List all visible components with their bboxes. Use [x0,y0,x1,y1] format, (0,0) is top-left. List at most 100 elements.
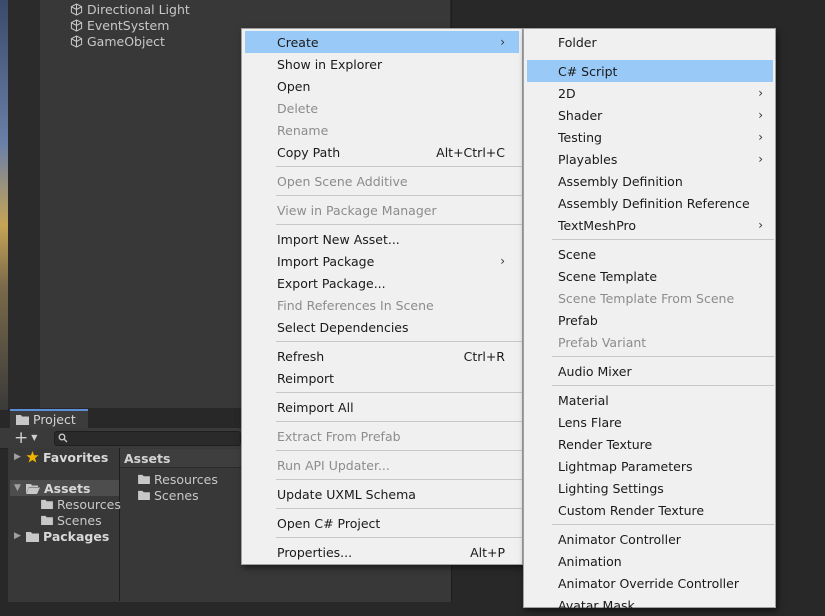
create-item-2d[interactable]: 2D › [527,82,773,104]
create-item-assembly-definition-reference[interactable]: Assembly Definition Reference [527,192,773,214]
chevron-right-icon: › [500,254,505,268]
menu-item-refresh[interactable]: Refresh Ctrl+R [245,345,519,367]
menu-item-properties[interactable]: Properties... Alt+P [245,541,519,563]
chevron-right-icon: › [500,35,505,49]
menu-separator [276,341,522,342]
menu-item-label: Create [277,34,319,50]
tree-item-scenes[interactable]: Scenes [41,512,102,528]
chevron-right-icon: › [758,86,763,100]
menu-item-label: Avatar Mask [558,597,635,613]
menu-item-label: Assembly Definition Reference [558,195,750,211]
menu-separator [276,195,522,196]
add-asset-button[interactable]: + ▼ [14,429,42,447]
menu-item-show-in-explorer[interactable]: Show in Explorer [245,53,519,75]
hierarchy-item-label: GameObject [87,33,165,49]
menu-item-import-new-asset[interactable]: Import New Asset... [245,228,519,250]
menu-separator [552,385,774,386]
menu-item-shortcut: Alt+P [470,544,505,560]
create-item-prefab[interactable]: Prefab [527,309,773,331]
tab-project[interactable]: Project [10,409,88,428]
asset-folder-resources[interactable]: Resources [138,471,218,487]
menu-item-label: Find References In Scene [277,297,434,313]
create-item-textmeshpro[interactable]: TextMeshPro › [527,214,773,236]
create-item-animation[interactable]: Animation [527,550,773,572]
menu-item-label: View in Package Manager [277,202,437,218]
create-item-scene[interactable]: Scene [527,243,773,265]
create-item-testing[interactable]: Testing › [527,126,773,148]
create-item-animator-override-controller[interactable]: Animator Override Controller [527,572,773,594]
tree-item-label: Scenes [57,512,102,528]
create-item-folder[interactable]: Folder [527,31,773,53]
menu-item-copy-path[interactable]: Copy Path Alt+Ctrl+C [245,141,519,163]
menu-item-label: Testing [558,129,602,145]
asset-folder-scenes[interactable]: Scenes [138,487,199,503]
create-item-lighting-settings[interactable]: Lighting Settings [527,477,773,499]
menu-item-label: Reimport [277,370,335,386]
menu-item-reimport-all[interactable]: Reimport All [245,396,519,418]
create-item-prefab-variant: Prefab Variant [527,331,773,353]
hierarchy-item-gameobject[interactable]: GameObject [70,33,165,49]
create-item-csharp-script[interactable]: C# Script [527,60,773,82]
create-item-lens-flare[interactable]: Lens Flare [527,411,773,433]
menu-item-label: Prefab Variant [558,334,647,350]
menu-item-export-package[interactable]: Export Package... [245,272,519,294]
project-search-input[interactable] [54,431,241,446]
menu-item-run-api-updater: Run API Updater... [245,454,519,476]
context-menu: Create › Show in Explorer Open Delete Ren… [241,28,523,565]
tree-item-favorites[interactable]: ▶ Favorites [14,449,108,465]
chevron-right-icon: ▶ [14,452,21,462]
asset-label: Scenes [154,487,199,503]
menu-item-extract-from-prefab: Extract From Prefab [245,425,519,447]
menu-item-label: Lens Flare [558,414,622,430]
create-item-animator-controller[interactable]: Animator Controller [527,528,773,550]
menu-item-label: Prefab [558,312,598,328]
create-item-scene-template[interactable]: Scene Template [527,265,773,287]
star-icon [26,451,39,463]
chevron-right-icon: › [758,218,763,232]
create-item-scene-template-from-scene: Scene Template From Scene [527,287,773,309]
hierarchy-item-label: EventSystem [87,17,170,33]
hierarchy-item-eventsystem[interactable]: EventSystem [70,17,169,33]
menu-item-select-dependencies[interactable]: Select Dependencies [245,316,519,338]
menu-item-label: Run API Updater... [277,457,390,473]
create-item-custom-render-texture[interactable]: Custom Render Texture [527,499,773,521]
create-item-playables[interactable]: Playables › [527,148,773,170]
gameobject-icon [70,34,83,48]
menu-item-open-csharp-project[interactable]: Open C# Project [245,512,519,534]
hierarchy-gutter [8,0,41,410]
menu-item-import-package[interactable]: Import Package › [245,250,519,272]
assets-breadcrumb: Assets [120,449,241,468]
tab-project-label: Project [33,412,76,427]
folder-open-icon [26,483,40,494]
menu-item-label: Folder [558,34,597,50]
search-icon [58,433,68,443]
hierarchy-item-directional-light[interactable]: Directional Light [70,1,190,17]
menu-item-reimport[interactable]: Reimport [245,367,519,389]
create-submenu: Folder C# Script 2D › Shader › Testing › Pl… [523,28,776,613]
menu-item-label: Open Scene Additive [277,173,408,189]
breadcrumb-label: Assets [124,450,171,466]
chevron-right-icon: ▶ [14,531,21,541]
menu-item-delete: Delete [245,97,519,119]
menu-item-label: Open [277,78,311,94]
create-item-material[interactable]: Material [527,389,773,411]
tree-item-resources[interactable]: Resources [41,496,121,512]
create-item-shader[interactable]: Shader › [527,104,773,126]
gameobject-icon [70,18,83,32]
create-item-lightmap-parameters[interactable]: Lightmap Parameters [527,455,773,477]
menu-item-create[interactable]: Create › [245,31,519,53]
create-item-render-texture[interactable]: Render Texture [527,433,773,455]
tree-item-assets[interactable]: ▼ Assets [14,480,90,496]
menu-item-label: TextMeshPro [558,217,637,233]
create-item-avatar-mask[interactable]: Avatar Mask [527,594,773,616]
create-item-assembly-definition[interactable]: Assembly Definition [527,170,773,192]
menu-item-label: Copy Path [277,144,341,160]
chevron-right-icon: › [758,152,763,166]
menu-separator [276,450,522,451]
menu-item-open[interactable]: Open [245,75,519,97]
menu-item-update-uxml-schema[interactable]: Update UXML Schema [245,483,519,505]
create-item-audio-mixer[interactable]: Audio Mixer [527,360,773,382]
menu-item-shortcut: Ctrl+R [463,348,505,364]
tree-item-packages[interactable]: ▶ Packages [14,528,109,544]
tree-item-label: Packages [43,528,110,544]
